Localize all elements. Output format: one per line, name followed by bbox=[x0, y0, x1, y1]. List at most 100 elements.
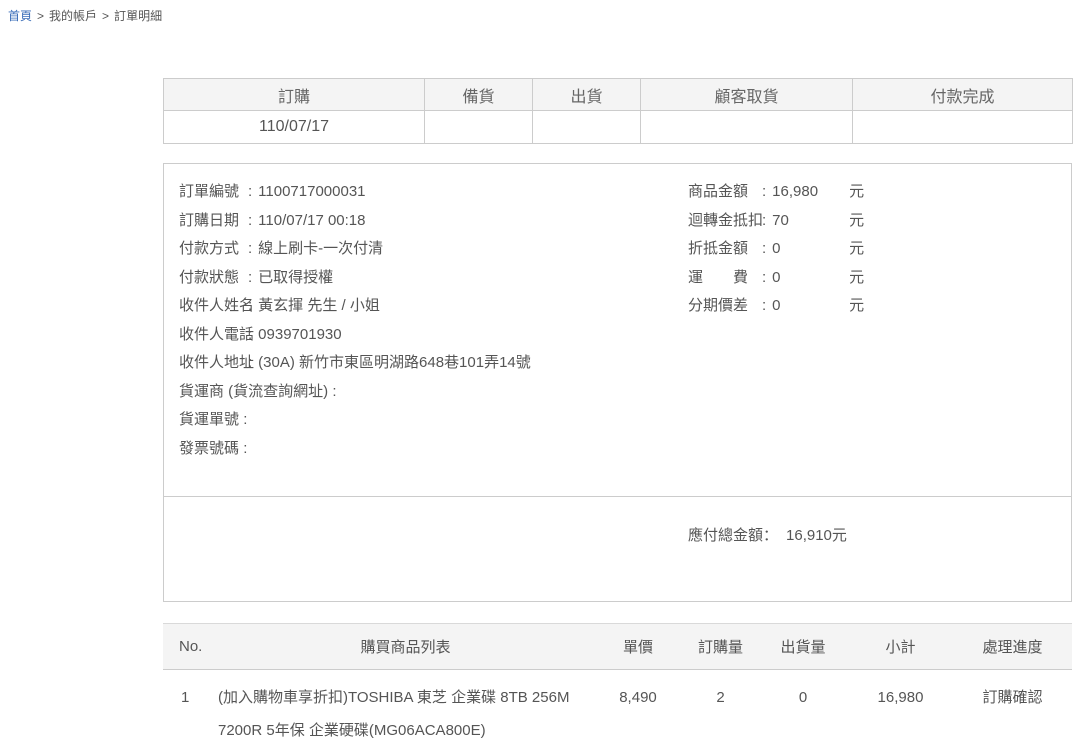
payment-status-row: 付款狀態:已取得授權 bbox=[179, 264, 531, 293]
invoice-number-row: 發票號碼 : bbox=[179, 435, 531, 464]
items-col-status: 處理進度 bbox=[953, 624, 1072, 670]
rebate-deduction-value: 70 bbox=[772, 207, 849, 236]
colon: : bbox=[332, 383, 336, 400]
payment-method-row: 付款方式: 線上刷卡-一次付清 bbox=[179, 235, 531, 264]
installment-diff-row: 分期價差:0元 bbox=[688, 292, 864, 321]
field-label: 收件人電話 bbox=[179, 321, 248, 350]
field-label: 貨運單號 bbox=[179, 406, 239, 435]
recipient-address-row: 收件人地址: (30A) 新竹市東區明湖路648巷101弄14號 bbox=[179, 349, 531, 378]
colon: : bbox=[248, 326, 252, 343]
field-label: 訂購日期 bbox=[179, 207, 248, 236]
total-due-section: 應付總金額： 16,910元 bbox=[164, 497, 1071, 601]
items-col-product: 購買商品列表 bbox=[218, 624, 593, 670]
item-order-qty: 2 bbox=[683, 670, 758, 747]
items-col-subtotal: 小計 bbox=[848, 624, 953, 670]
breadcrumb-home-link[interactable]: 首頁 bbox=[8, 9, 32, 23]
recipient-phone-row: 收件人電話:0939701930 bbox=[179, 321, 531, 350]
currency-unit: 元 bbox=[849, 269, 864, 286]
item-unit-price: 8,490 bbox=[593, 670, 683, 747]
progress-order-date: 110/07/17 bbox=[164, 111, 425, 144]
shipping-fee-value: 0 bbox=[772, 264, 849, 293]
progress-col-order: 訂購 bbox=[164, 79, 425, 111]
currency-unit: 元 bbox=[849, 297, 864, 314]
field-label: 付款狀態 bbox=[179, 264, 248, 293]
colon: : bbox=[762, 183, 766, 200]
item-subtotal: 16,980 bbox=[848, 670, 953, 747]
colon: : bbox=[762, 212, 766, 229]
order-date-value: 110/07/17 00:18 bbox=[258, 212, 365, 229]
colon: : bbox=[243, 411, 247, 428]
payment-method-value: 線上刷卡-一次付清 bbox=[258, 240, 383, 257]
total-due-line: 應付總金額： 16,910元 bbox=[688, 526, 847, 546]
currency-unit: 元 bbox=[849, 212, 864, 229]
currency-unit: 元 bbox=[849, 183, 864, 200]
items-col-ship-qty: 出貨量 bbox=[758, 624, 848, 670]
colon: : bbox=[243, 440, 247, 457]
table-row: 1 (加入購物車享折扣)TOSHIBA 東芝 企業碟 8TB 256M 7200… bbox=[163, 670, 1072, 747]
colon: : bbox=[248, 240, 252, 257]
amount-label: 運 費 bbox=[688, 264, 762, 293]
order-progress-table: 訂購 備貨 出貨 顧客取貨 付款完成 110/07/17 bbox=[163, 78, 1073, 144]
recipient-name-row: 收件人姓名:黃玄揮 先生 / 小姐 bbox=[179, 292, 531, 321]
order-amounts-column: 商品金額:16,980元 迴轉金抵扣:70元 折抵金額:0元 運 費:0元 分期… bbox=[688, 178, 864, 321]
items-table: No. 購買商品列表 單價 訂購量 出貨量 小計 處理進度 1 (加入購物車享折… bbox=[163, 623, 1072, 747]
item-status: 訂購確認 bbox=[953, 670, 1072, 747]
goods-amount-row: 商品金額:16,980元 bbox=[688, 178, 864, 207]
order-detail-panel: 訂單編號:1100717000031 訂購日期:110/07/17 00:18 … bbox=[163, 163, 1072, 602]
progress-pickup-value bbox=[641, 111, 853, 144]
breadcrumb-separator: > bbox=[37, 9, 44, 23]
item-product-name: (加入購物車享折扣)TOSHIBA 東芝 企業碟 8TB 256M 7200R … bbox=[218, 670, 593, 747]
installment-diff-value: 0 bbox=[772, 292, 849, 321]
field-label: 發票號碼 bbox=[179, 435, 239, 464]
colon: : bbox=[248, 183, 252, 200]
total-due-value: 16,910元 bbox=[786, 527, 847, 544]
colon: : bbox=[248, 354, 252, 371]
order-number-value: 1100717000031 bbox=[258, 183, 365, 200]
progress-col-shipped: 出貨 bbox=[533, 79, 641, 111]
recipient-phone-value: 0939701930 bbox=[258, 326, 341, 343]
colon: : bbox=[762, 269, 766, 286]
rebate-deduction-row: 迴轉金抵扣:70元 bbox=[688, 207, 864, 236]
items-col-order-qty: 訂購量 bbox=[683, 624, 758, 670]
tracking-number-row: 貨運單號 : bbox=[179, 406, 531, 435]
items-col-no: No. bbox=[163, 624, 218, 670]
amount-label: 迴轉金抵扣 bbox=[688, 207, 762, 236]
order-date-row: 訂購日期:110/07/17 00:18 bbox=[179, 207, 531, 236]
breadcrumb: 首頁>我的帳戶>訂單明細 bbox=[8, 7, 162, 24]
items-header-row: No. 購買商品列表 單價 訂購量 出貨量 小計 處理進度 bbox=[163, 624, 1072, 670]
colon: : bbox=[248, 212, 252, 229]
amount-label: 折抵金額 bbox=[688, 235, 762, 264]
progress-paid-value bbox=[853, 111, 1073, 144]
recipient-name-value: 黃玄揮 先生 / 小姐 bbox=[258, 297, 380, 314]
shipping-fee-row: 運 費:0元 bbox=[688, 264, 864, 293]
total-due-label: 應付總金額： bbox=[688, 527, 778, 544]
item-no: 1 bbox=[163, 670, 218, 747]
progress-col-pickup: 顧客取貨 bbox=[641, 79, 853, 111]
progress-col-paid: 付款完成 bbox=[853, 79, 1073, 111]
field-label: 收件人地址 bbox=[179, 349, 248, 378]
order-info-section: 訂單編號:1100717000031 訂購日期:110/07/17 00:18 … bbox=[164, 164, 1071, 497]
order-progress-value-row: 110/07/17 bbox=[164, 111, 1073, 144]
discount-amount-row: 折抵金額:0元 bbox=[688, 235, 864, 264]
field-label: 收件人姓名 bbox=[179, 292, 248, 321]
item-ship-qty: 0 bbox=[758, 670, 848, 747]
breadcrumb-account-link[interactable]: 我的帳戶 bbox=[49, 9, 97, 23]
progress-shipped-value bbox=[533, 111, 641, 144]
field-label: 付款方式 bbox=[179, 235, 248, 264]
order-fields-column: 訂單編號:1100717000031 訂購日期:110/07/17 00:18 … bbox=[179, 178, 531, 463]
colon: : bbox=[762, 297, 766, 314]
carrier-row: 貨運商 (貨流查詢網址) : bbox=[179, 378, 531, 407]
field-label: 貨運商 (貨流查詢網址) bbox=[179, 378, 328, 407]
colon: : bbox=[248, 269, 252, 286]
order-progress-header-row: 訂購 備貨 出貨 顧客取貨 付款完成 bbox=[164, 79, 1073, 111]
progress-preparing-value bbox=[425, 111, 533, 144]
amount-label: 商品金額 bbox=[688, 178, 762, 207]
discount-amount-value: 0 bbox=[772, 235, 849, 264]
items-col-unit-price: 單價 bbox=[593, 624, 683, 670]
goods-amount-value: 16,980 bbox=[772, 178, 849, 207]
colon: : bbox=[762, 240, 766, 257]
field-label: 訂單編號 bbox=[179, 178, 248, 207]
recipient-address-value: (30A) 新竹市東區明湖路648巷101弄14號 bbox=[258, 354, 531, 371]
order-number-row: 訂單編號:1100717000031 bbox=[179, 178, 531, 207]
progress-col-preparing: 備貨 bbox=[425, 79, 533, 111]
